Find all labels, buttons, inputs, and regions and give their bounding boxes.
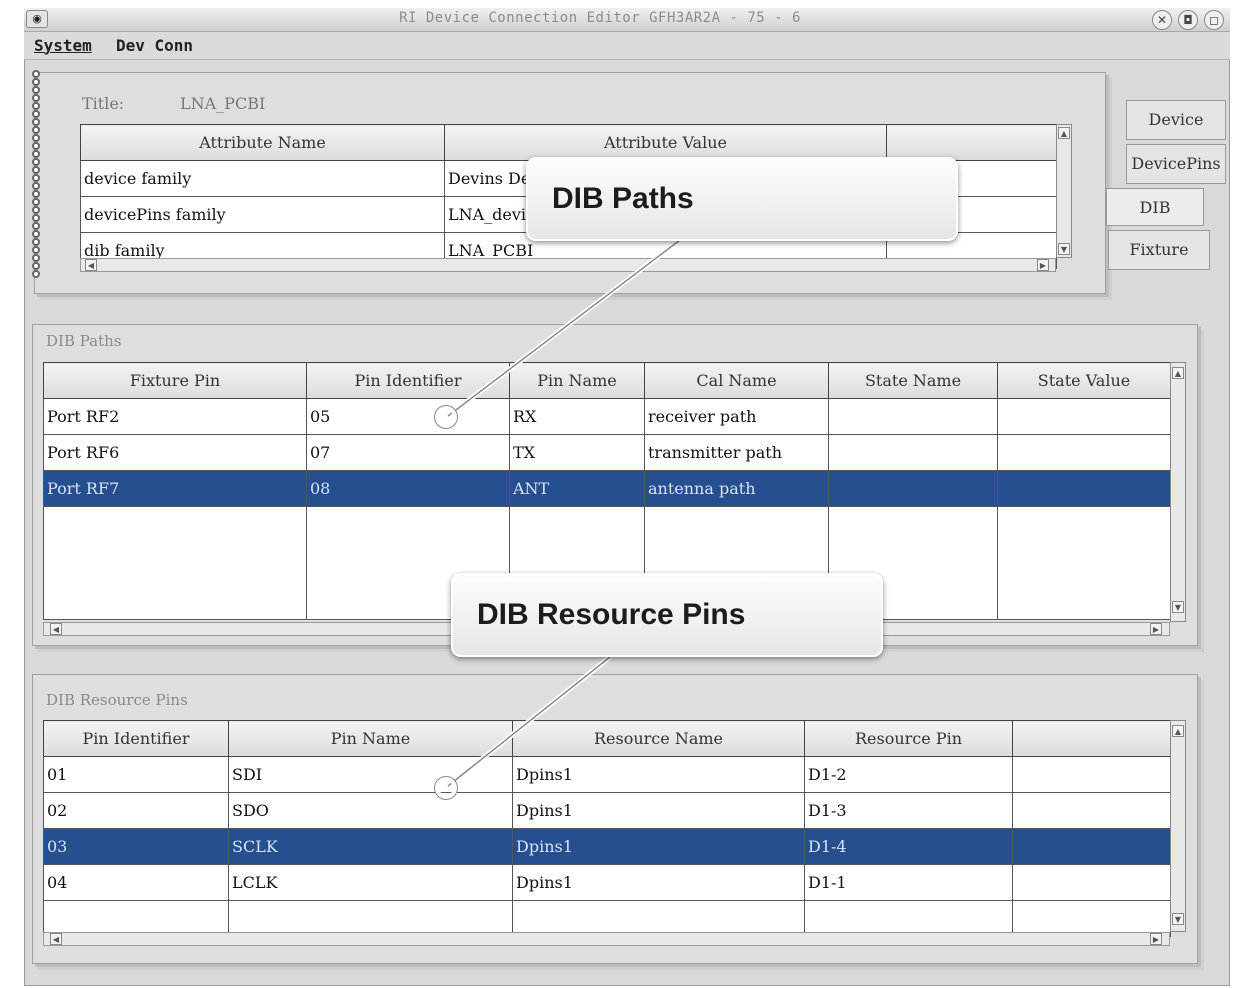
resource-pins-leader-line-edge [447,656,611,787]
callout-dib-resource-pins: DIB Resource Pins [451,573,883,657]
callout-leaders [434,238,682,800]
dib-paths-leader-line-edge [447,239,681,417]
callout-dib-paths: DIB Paths [526,157,958,241]
resource-pins-anchor-circle [435,777,457,799]
dib-paths-anchor-circle [435,406,457,428]
